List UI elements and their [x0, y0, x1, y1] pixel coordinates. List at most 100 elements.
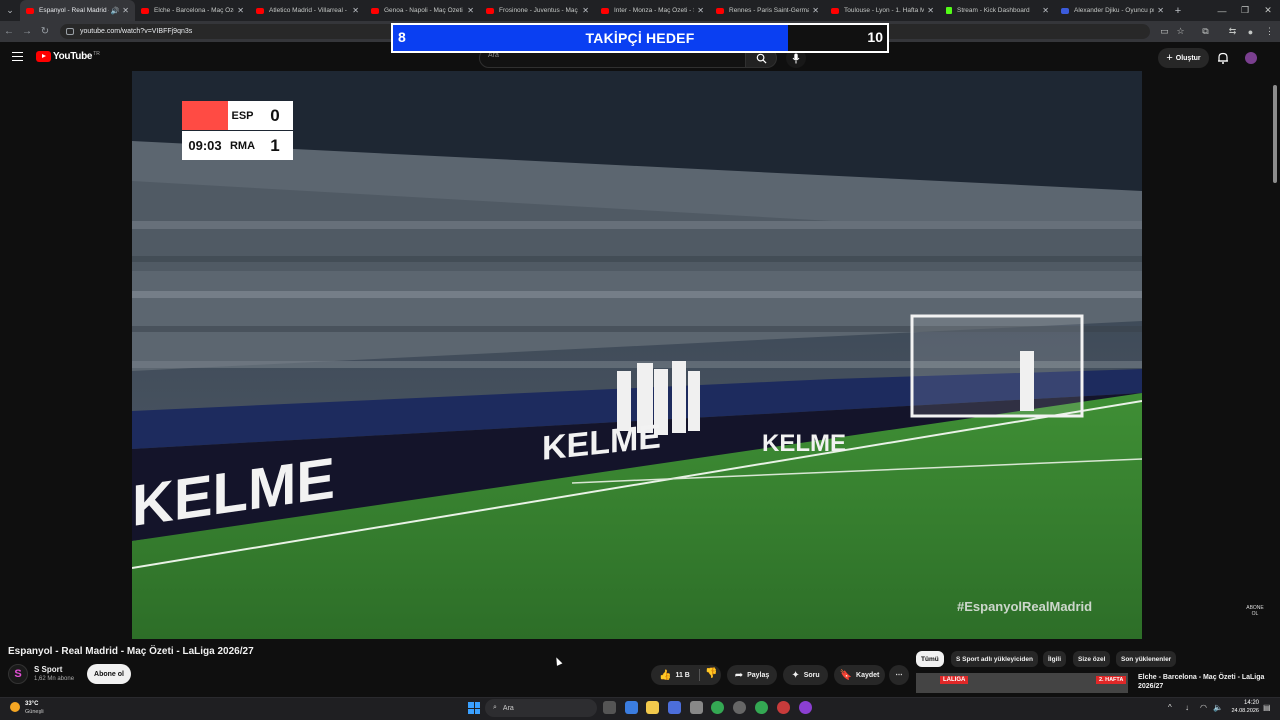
tab-alexander-djiku[interactable]: Alexander Djiku - Oyuncu pro ✕ — [1055, 0, 1170, 21]
save-button[interactable]: 🔖 Kaydet — [834, 665, 885, 685]
chrome-menu-icon[interactable]: ⋮ — [1263, 25, 1276, 38]
tab-elche-barcelona[interactable]: Elche - Barcelona - Maç Özeti ✕ — [135, 0, 250, 21]
more-actions-button[interactable]: ⋯ — [889, 665, 909, 685]
tab-espanyol-real-madrid[interactable]: Espanyol - Real Madrid - M 🔊 ✕ — [20, 0, 135, 21]
close-tab-icon[interactable]: ✕ — [352, 6, 359, 15]
close-tab-icon[interactable]: ✕ — [812, 6, 819, 15]
account-avatar[interactable] — [1245, 52, 1257, 64]
copilot-icon[interactable] — [625, 701, 638, 714]
notification-icon[interactable]: ▤ — [1263, 703, 1271, 712]
subscribe-button[interactable]: Abone ol — [87, 664, 131, 684]
close-tab-icon[interactable]: ✕ — [467, 6, 474, 15]
page-scrollbar[interactable] — [1273, 85, 1277, 183]
like-thumb-icon[interactable]: 👍 — [659, 670, 671, 681]
tab-search-icon[interactable]: ⌄ — [0, 0, 20, 21]
bookmark-icon: 🔖 — [839, 669, 853, 681]
back-arrow-icon[interactable]: ← — [0, 21, 18, 42]
sun-icon[interactable] — [10, 702, 20, 712]
tab-rennes-psg[interactable]: Rennes - Paris Saint-Germain ✕ — [710, 0, 825, 21]
file-explorer-icon[interactable] — [646, 701, 659, 714]
tab-inter-monza[interactable]: Inter - Monza - Maç Özeti - S ✕ — [595, 0, 710, 21]
tab-label: Alexander Djiku - Oyuncu pro — [1074, 7, 1155, 14]
dislike-thumb-icon[interactable]: 👎 — [705, 668, 717, 679]
tab-atletico-villarreal[interactable]: Atletico Madrid - Villarreal - S ✕ — [250, 0, 365, 21]
forward-arrow-icon[interactable]: → — [18, 21, 36, 42]
task-view-icon[interactable] — [603, 701, 616, 714]
microphone-icon — [792, 53, 800, 63]
sparkle-icon: ✦ — [791, 669, 800, 681]
like-divider — [699, 669, 700, 681]
channel-name[interactable]: S Sport — [34, 665, 62, 674]
volume-icon[interactable]: 🔈 — [1213, 703, 1223, 712]
url-text: youtube.com/watch?v=VIBFFj9qn3s — [80, 28, 193, 35]
chrome-icon[interactable] — [711, 701, 724, 714]
tab-genoa-napoli[interactable]: Genoa - Napoli - Maç Özeti ✕ — [365, 0, 480, 21]
chip-related[interactable]: İlgili — [1043, 651, 1066, 667]
windows-start-icon[interactable] — [468, 702, 480, 714]
close-tab-icon[interactable]: ✕ — [1042, 6, 1049, 15]
speaker-icon[interactable]: 🔊 — [111, 7, 120, 15]
generic-site-icon — [1061, 7, 1069, 14]
tab-kick-dashboard[interactable]: Stream - Kick Dashboard ✕ — [940, 0, 1055, 21]
maximize-icon[interactable]: ❐ — [1234, 0, 1256, 21]
ask-button[interactable]: ✦ Soru — [783, 665, 828, 685]
windows-taskbar — [0, 697, 1280, 720]
share-label: Paylaş — [747, 671, 770, 679]
notifications-bell-icon[interactable] — [1216, 51, 1230, 65]
store-icon[interactable] — [668, 701, 681, 714]
app-icon[interactable] — [777, 701, 790, 714]
extensions-icon[interactable]: ⧉ — [1199, 25, 1212, 38]
tray-chevron-icon[interactable]: ^ — [1168, 703, 1172, 712]
youtube-icon — [601, 7, 609, 14]
close-tab-icon[interactable]: ✕ — [122, 6, 129, 15]
tab-toulouse-lyon[interactable]: Toulouse - Lyon - 1. Hafta M ✕ — [825, 0, 940, 21]
close-tab-icon[interactable]: ✕ — [582, 6, 589, 15]
window-close-icon[interactable]: ✕ — [1257, 0, 1279, 21]
logo-text: YouTube — [53, 51, 93, 62]
tab-frosinone-juventus[interactable]: Frosinone - Juventus - Maç Ö ✕ — [480, 0, 595, 21]
close-tab-icon[interactable]: ✕ — [697, 6, 704, 15]
tab-strip: ⌄ Espanyol - Real Madrid - M 🔊 ✕ Elche -… — [0, 0, 1280, 21]
channel-avatar[interactable]: S — [8, 664, 28, 684]
subscribe-watermark[interactable]: ABONE OL — [1245, 605, 1265, 629]
minimize-icon[interactable]: — — [1211, 0, 1233, 21]
reload-icon[interactable]: ↻ — [36, 21, 54, 42]
profile-avatar-icon[interactable]: ● — [1244, 25, 1257, 38]
reading-list-icon[interactable]: ⇆ — [1226, 25, 1239, 38]
chip-for-you[interactable]: Size özel — [1073, 651, 1111, 667]
like-dislike-group: 👍 11 B 👎 — [651, 665, 721, 685]
bookmark-star-icon[interactable]: ☆ — [1174, 25, 1187, 38]
recommended-video-thumbnail[interactable]: LALIGA 2. HAFTA — [916, 673, 1128, 693]
taskbar-search[interactable]: ⌕ Ara — [485, 699, 597, 717]
close-tab-icon[interactable]: ✕ — [927, 6, 934, 15]
mouse-cursor — [553, 656, 563, 666]
tab-label: Atletico Madrid - Villarreal - S — [269, 7, 350, 14]
youtube-icon — [256, 7, 264, 14]
new-tab-plus-icon[interactable]: + — [1170, 5, 1186, 17]
like-count[interactable]: 11 B — [675, 672, 689, 679]
chip-all[interactable]: Tümü — [916, 651, 944, 667]
tab-label: Stream - Kick Dashboard — [957, 7, 1030, 14]
weather-temp[interactable]: 33°C — [25, 701, 38, 707]
close-tab-icon[interactable]: ✕ — [237, 6, 244, 15]
hamburger-menu-icon[interactable] — [12, 52, 23, 61]
create-button[interactable]: + Oluştur — [1158, 48, 1209, 68]
clock-date[interactable]: 24.08.2026 — [1228, 708, 1259, 714]
chip-from-uploader[interactable]: S Sport adlı yükleyiciden — [951, 651, 1038, 667]
follower-goal-overlay: 8 TAKİPÇİ HEDEF 10 — [391, 23, 889, 53]
chrome-icon[interactable] — [755, 701, 768, 714]
subscriber-count: 1,62 Mn abone — [34, 676, 75, 682]
youtube-logo[interactable]: YouTube TR — [36, 51, 100, 62]
recommended-video-title[interactable]: Elche - Barcelona - Maç Özeti - LaLiga 2… — [1138, 673, 1268, 691]
wifi-icon[interactable]: ◠ — [1200, 703, 1207, 712]
download-icon[interactable]: ↓ — [1185, 703, 1189, 712]
clock-time[interactable]: 14:20 — [1239, 700, 1259, 706]
close-tab-icon[interactable]: ✕ — [1157, 6, 1164, 15]
obs-icon[interactable] — [733, 701, 746, 714]
media-player-icon[interactable] — [799, 701, 812, 714]
share-button[interactable]: ➦ Paylaş — [727, 665, 777, 685]
cast-icon[interactable]: ▭ — [1158, 25, 1171, 38]
chip-recent[interactable]: Son yüklenenler — [1116, 651, 1177, 667]
site-info-icon[interactable] — [66, 28, 74, 35]
settings-gear-icon[interactable] — [690, 701, 703, 714]
